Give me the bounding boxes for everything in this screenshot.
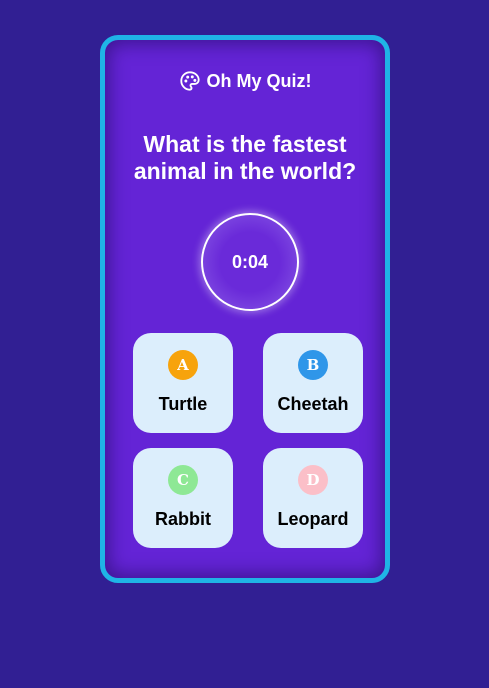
timer-value: 0:04	[231, 251, 269, 272]
palette-icon	[179, 70, 201, 92]
answer-option-a[interactable]: A Turtle	[133, 333, 233, 433]
question-line-2: animal in the world?	[133, 158, 357, 184]
app-title: Oh My Quiz!	[206, 70, 312, 91]
answer-letter-badge: C	[168, 465, 198, 495]
answer-option-c[interactable]: C Rabbit	[133, 448, 233, 548]
answer-label: Rabbit	[155, 509, 211, 529]
answer-label: Leopard	[277, 509, 349, 529]
answer-letter-badge: B	[298, 350, 328, 380]
quiz-card: Oh My Quiz! What is the fastest animal i…	[100, 35, 390, 583]
answer-letter-badge: D	[298, 465, 328, 495]
countdown-timer: 0:04	[201, 213, 299, 311]
question-line-1: What is the fastest	[143, 131, 347, 157]
answer-letter-badge: A	[168, 350, 198, 380]
answer-option-d[interactable]: D Leopard	[263, 448, 363, 548]
question-text: What is the fastest animal in the world?	[105, 131, 385, 185]
answer-option-b[interactable]: B Cheetah	[263, 333, 363, 433]
answer-label: Cheetah	[277, 394, 349, 414]
answer-label: Turtle	[158, 394, 208, 414]
app-brand: Oh My Quiz!	[105, 70, 385, 92]
